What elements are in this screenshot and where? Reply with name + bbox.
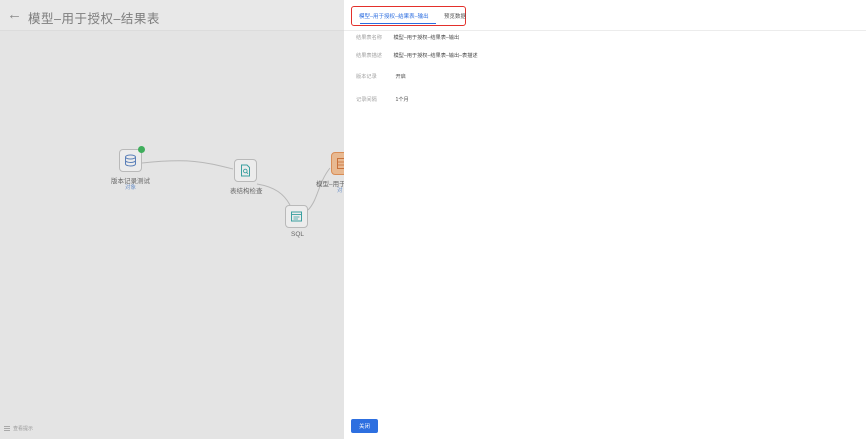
field-table-name: 结果表名称 模型–用于授权–结果表–输出 [356, 34, 459, 41]
tab-result-table[interactable]: 模型–用于授权–结果表–输出 [359, 12, 429, 20]
divider [344, 30, 866, 31]
footer-hint-label: 查看提示 [13, 426, 34, 432]
sql-window-icon [291, 211, 302, 222]
field-label: 结果表描述 [356, 53, 382, 59]
tab-preview-data[interactable]: 预览数据 [444, 12, 466, 20]
edge-source-to-check [141, 160, 234, 170]
node-sublabel: 对象 [125, 185, 137, 191]
close-button[interactable]: 关闭 [351, 419, 378, 433]
field-label: 记录间隔 [356, 97, 377, 103]
field-label: 版本记录 [356, 74, 377, 80]
field-version-record: 版本记录 开启 [356, 73, 406, 80]
active-tab-indicator [360, 23, 436, 24]
database-icon [125, 154, 136, 167]
tabs-highlight-box: 模型–用于授权–结果表–输出 预览数据 [351, 6, 466, 26]
document-search-icon [241, 164, 250, 177]
field-label: 结果表名称 [356, 35, 382, 41]
node-sublabel: 对 [337, 188, 343, 194]
node-label: 表结构检查 [230, 188, 263, 195]
edge-sql-to-output [307, 167, 331, 211]
field-record-interval: 记录间隔 1个月 [356, 96, 409, 103]
field-value: 1个月 [395, 97, 409, 103]
success-check-icon [138, 146, 145, 153]
field-value: 模型–用于授权–结果表–输出–表描述 [393, 53, 478, 59]
workflow-canvas[interactable]: ← 模型–用于授权–结果表 版本记录测试 对象 表结构检查 SQL 模型–用于 … [0, 0, 354, 439]
node-sql[interactable] [285, 205, 308, 228]
list-icon [4, 426, 10, 431]
field-value: 开启 [395, 74, 406, 80]
node-table-check[interactable] [234, 159, 257, 182]
node-source[interactable] [119, 149, 142, 172]
footer-hint[interactable]: 查看提示 [4, 425, 33, 432]
node-label: SQL [291, 231, 305, 238]
field-value: 模型–用于授权–结果表–输出 [393, 35, 460, 41]
result-table-drawer: 模型–用于授权–结果表–输出 预览数据 结果表名称 模型–用于授权–结果表–输出… [344, 0, 866, 439]
field-table-description: 结果表描述 模型–用于授权–结果表–输出–表描述 [356, 52, 478, 59]
